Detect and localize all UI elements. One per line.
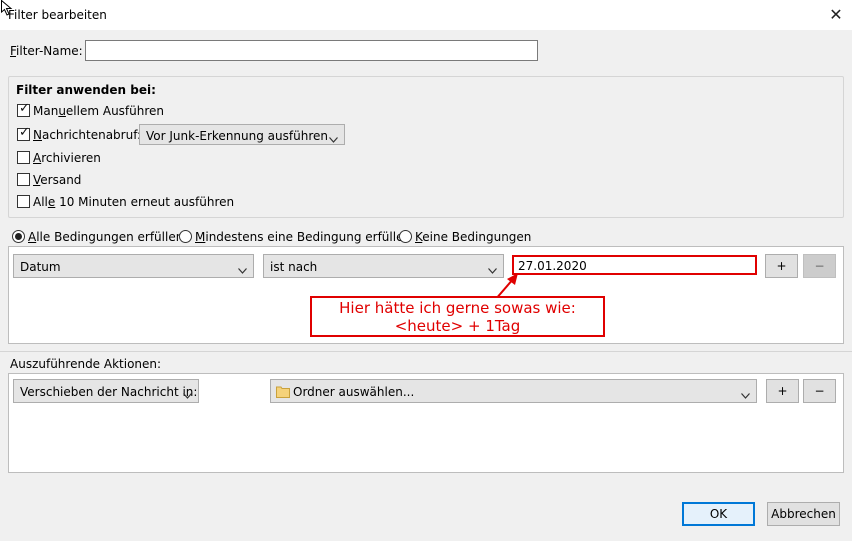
archive-checkbox[interactable]: [17, 151, 30, 164]
checkmark-icon: ✓: [19, 125, 30, 140]
match-all-radio[interactable]: [12, 230, 25, 243]
add-condition-button[interactable]: +: [765, 254, 798, 278]
manual-label: Manuellem Ausführen: [33, 104, 165, 118]
send-label: Versand: [33, 173, 82, 187]
filter-name-input[interactable]: [85, 40, 538, 61]
match-none-label: Keine Bedingungen: [415, 230, 532, 244]
match-all-label: Alle Bedingungen erfüllen: [28, 230, 184, 244]
manual-checkbox[interactable]: ✓: [17, 101, 30, 117]
fetch-label: Nachrichtenabruf:: [33, 128, 142, 142]
remove-action-button[interactable]: −: [803, 379, 836, 403]
annotation-callout: Hier hätte ich gerne sowas wie: <heute> …: [310, 296, 605, 337]
ok-button[interactable]: OK: [682, 502, 755, 526]
title-bar: [0, 0, 852, 30]
archive-label: Archivieren: [33, 151, 101, 165]
match-none-radio[interactable]: [399, 230, 412, 243]
chevron-down-icon: [183, 388, 192, 402]
window-title: Filter bearbeiten: [8, 8, 107, 22]
annotation-highlight-box: [512, 255, 757, 275]
annotation-line-1: Hier hätte ich gerne sowas wie:: [339, 299, 576, 317]
periodic-label: Alle 10 Minuten erneut ausführen: [33, 195, 235, 209]
checkmark-icon: ✓: [19, 101, 30, 116]
chevron-down-icon: [329, 132, 338, 146]
actions-heading: Auszuführende Aktionen:: [10, 357, 162, 371]
section-divider: [0, 351, 852, 352]
close-icon[interactable]: ✕: [826, 5, 846, 25]
match-any-label: Mindestens eine Bedingung erfüllen: [195, 230, 412, 244]
add-action-button[interactable]: +: [766, 379, 799, 403]
condition-field-select[interactable]: Datum: [13, 254, 254, 278]
cancel-button[interactable]: Abbrechen: [767, 502, 840, 526]
action-type-select[interactable]: Verschieben der Nachricht in:: [13, 379, 199, 403]
chevron-down-icon: [238, 263, 247, 277]
folder-icon: [276, 385, 290, 401]
match-any-radio[interactable]: [179, 230, 192, 243]
fetch-timing-select[interactable]: Vor Junk-Erkennung ausführen: [139, 124, 345, 145]
folder-select[interactable]: Ordner auswählen...: [270, 379, 757, 403]
remove-condition-button[interactable]: −: [803, 254, 836, 278]
periodic-checkbox[interactable]: [17, 195, 30, 208]
send-checkbox[interactable]: [17, 173, 30, 186]
annotation-line-2: <heute> + 1Tag: [394, 317, 521, 335]
fetch-checkbox[interactable]: ✓: [17, 125, 30, 141]
condition-operator-select[interactable]: ist nach: [263, 254, 504, 278]
filter-name-label: Filter-Name:: [10, 44, 83, 58]
apply-when-heading: Filter anwenden bei:: [16, 83, 156, 97]
chevron-down-icon: [741, 388, 750, 402]
